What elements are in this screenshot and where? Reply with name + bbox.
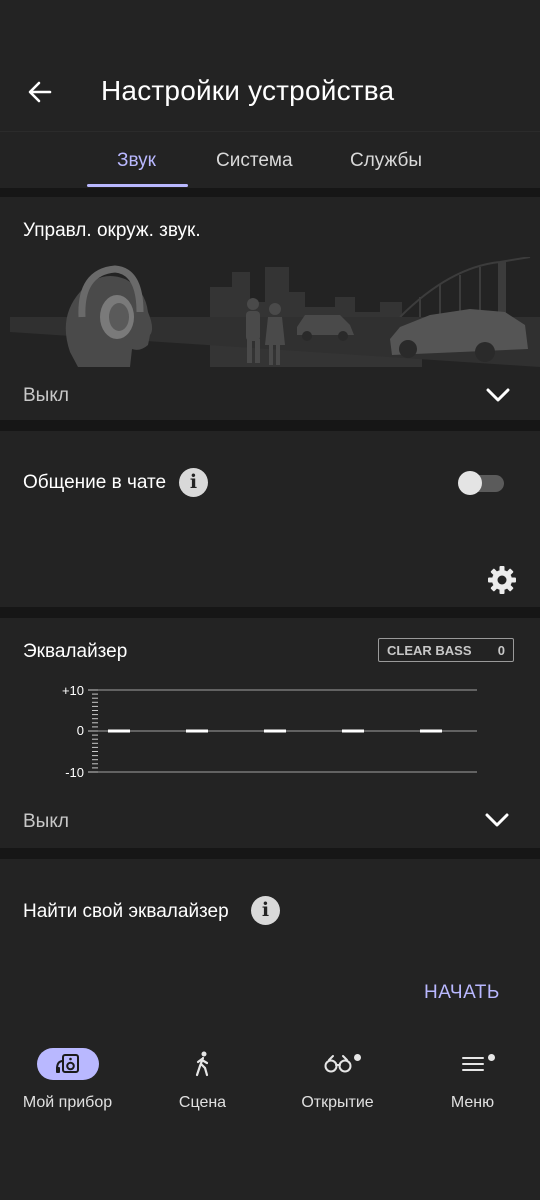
eq-band-marker[interactable] [264, 729, 286, 733]
eq-band-marker[interactable] [342, 729, 364, 733]
chevron-down-icon[interactable] [483, 385, 513, 405]
eq-tick-bottom: -10 [65, 765, 84, 780]
nav-label-menu: Меню [450, 1094, 495, 1111]
nav-icon-container [172, 1048, 234, 1080]
nav-icon-container [307, 1048, 369, 1080]
eq-band-marker[interactable] [420, 729, 442, 733]
tab-system[interactable]: Система [216, 150, 293, 172]
ambient-sound-illustration [10, 257, 540, 367]
chat-card: Общение в чате i [0, 431, 540, 607]
nav-label-my-device: Мой прибор [22, 1094, 113, 1111]
info-icon[interactable]: i [179, 468, 208, 497]
tab-bar: Звук Система Службы [0, 131, 540, 188]
toggle-thumb [458, 471, 482, 495]
eq-tick-mid: 0 [76, 723, 84, 738]
nav-icon-container [442, 1048, 504, 1080]
chat-toggle[interactable] [458, 471, 504, 495]
app-header: Настройки устройства [0, 0, 540, 131]
nav-item-discover[interactable]: Открытие [270, 1036, 405, 1146]
device-icon [55, 1054, 79, 1073]
tab-sound[interactable]: Звук [117, 150, 156, 172]
tab-services[interactable]: Службы [350, 150, 422, 172]
nav-label-discover: Открытие [301, 1094, 374, 1111]
page-title: Настройки устройства [101, 75, 395, 106]
clear-bass-label: CLEAR BASS [387, 643, 472, 658]
clear-bass-value: 0 [497, 643, 505, 658]
gear-icon[interactable] [487, 565, 517, 595]
arrow-left-icon [28, 81, 52, 103]
eq-band-marker[interactable] [186, 729, 208, 733]
equalizer-title: Эквалайзер [23, 641, 128, 662]
find-equalizer-card: Найти свой эквалайзер i [0, 859, 540, 1036]
start-button[interactable]: НАЧАТЬ [424, 982, 500, 1004]
back-button[interactable] [22, 74, 58, 110]
nav-item-scene[interactable]: Сцена [135, 1036, 270, 1146]
binoculars-icon [324, 1055, 351, 1073]
ambient-sound-value: Выкл [23, 385, 69, 406]
menu-icon [461, 1057, 484, 1071]
notification-dot [354, 1054, 361, 1061]
nav-item-my-device[interactable]: Мой прибор [0, 1036, 135, 1146]
nav-label-scene: Сцена [178, 1094, 227, 1111]
bottom-navigation: Мой прибор Сцена Открытие Меню [0, 1036, 540, 1200]
equalizer-graph[interactable] [86, 680, 486, 780]
notification-dot [488, 1054, 495, 1061]
chevron-down-icon[interactable] [482, 810, 512, 830]
ambient-sound-title: Управл. окруж. звук. [23, 220, 201, 241]
info-icon[interactable]: i [251, 896, 280, 925]
walking-person-icon [195, 1051, 208, 1077]
active-tab-indicator [87, 184, 188, 187]
chat-title: Общение в чате [23, 472, 167, 493]
nav-item-menu[interactable]: Меню [405, 1036, 540, 1146]
nav-active-pill [36, 1048, 99, 1080]
equalizer-value: Выкл [23, 811, 69, 832]
eq-ruler [88, 689, 98, 773]
eq-band-marker[interactable] [108, 729, 130, 733]
ambient-sound-card[interactable]: Управл. окруж. звук. Выкл [0, 197, 540, 420]
eq-tick-top: +10 [61, 683, 84, 698]
clear-bass-indicator: CLEAR BASS 0 [378, 638, 514, 662]
find-equalizer-title: Найти свой эквалайзер [23, 901, 229, 922]
